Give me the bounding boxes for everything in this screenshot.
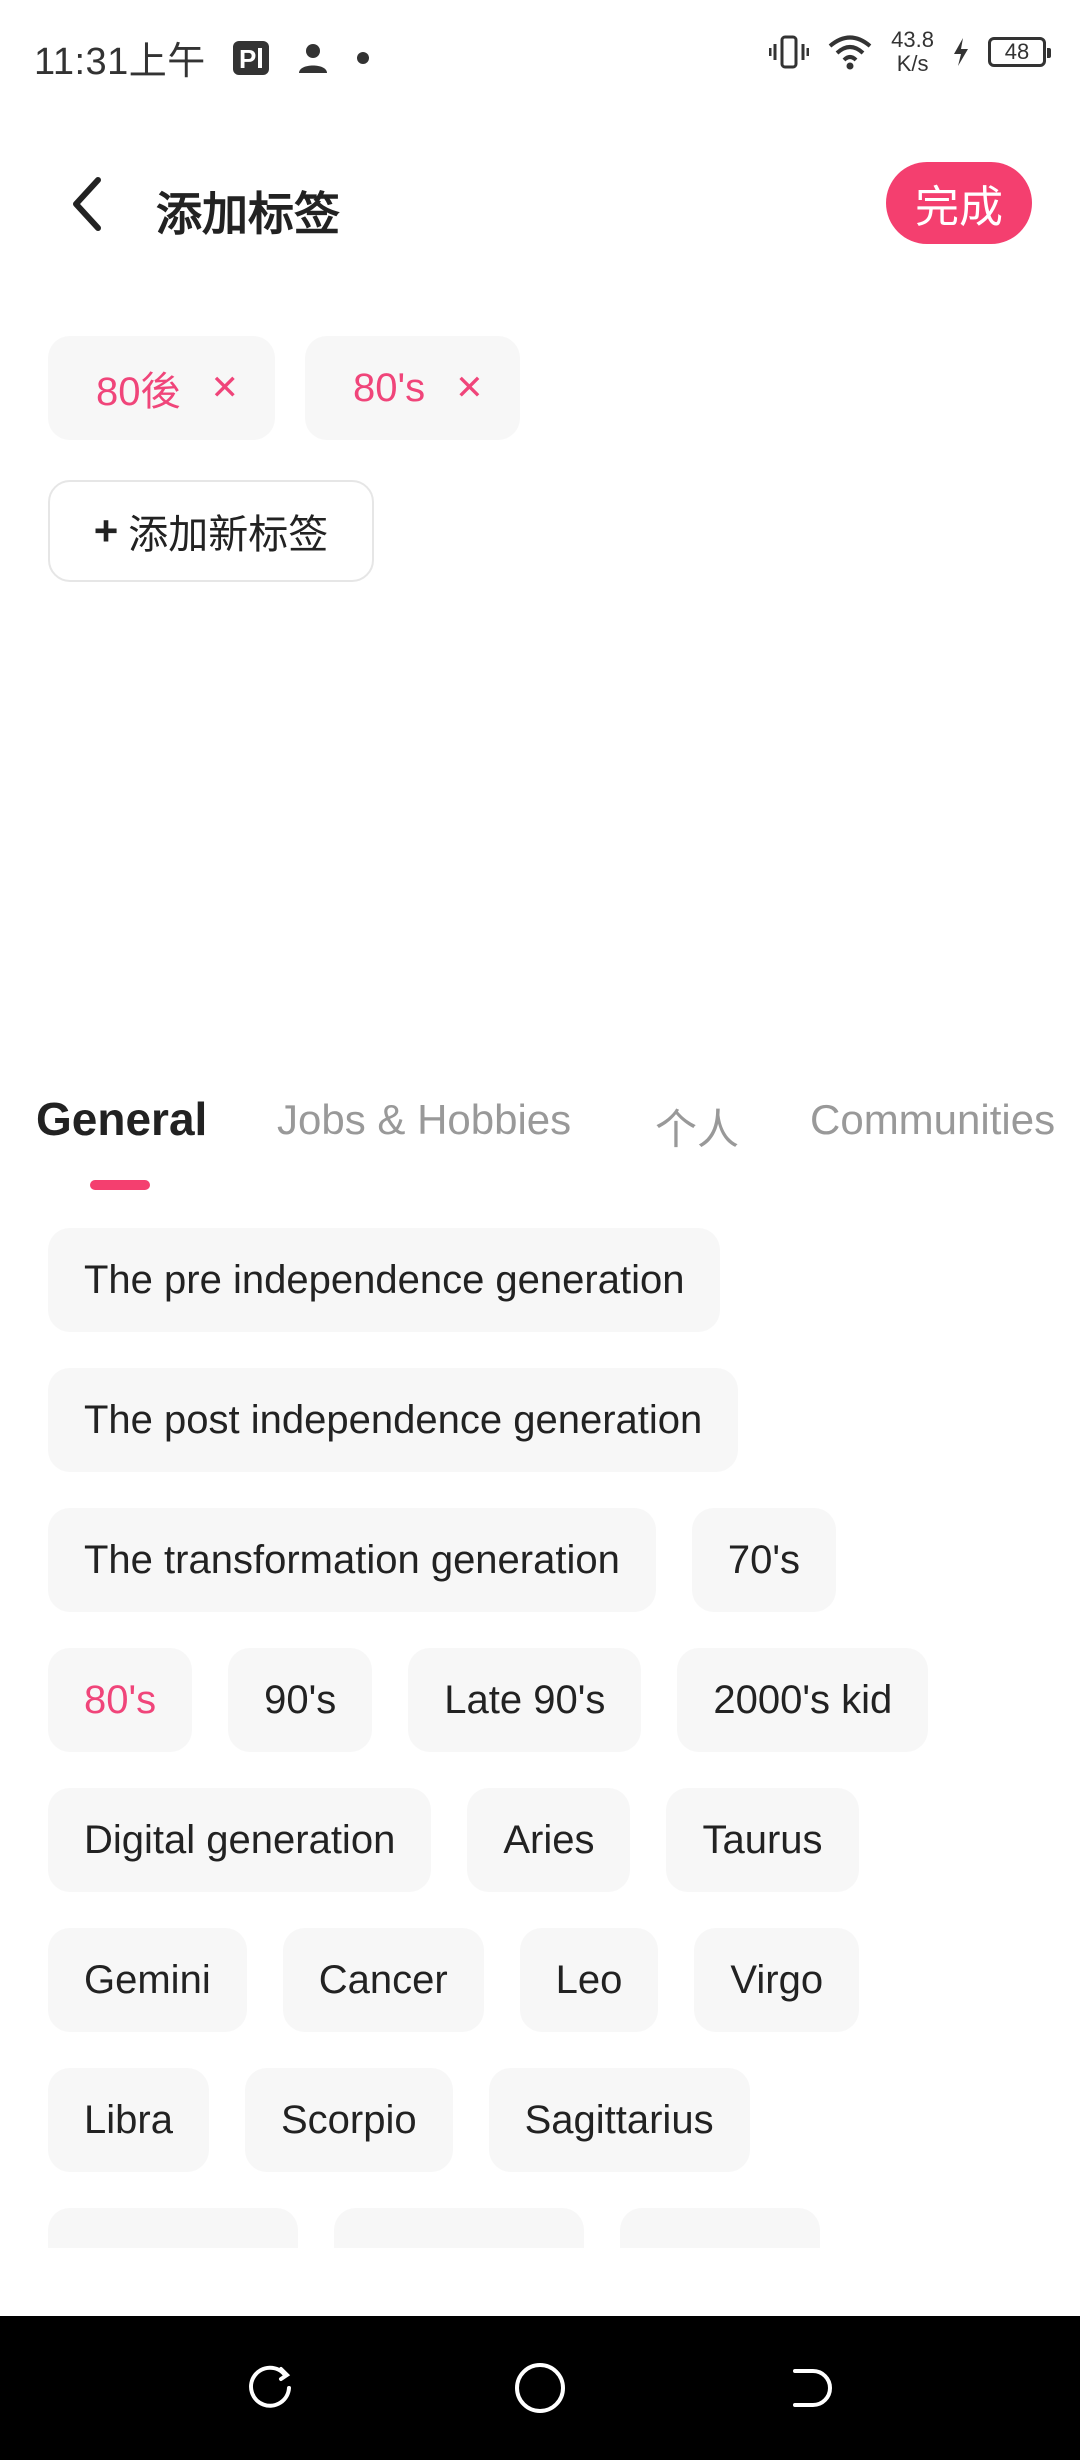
done-button[interactable]: 完成 — [886, 162, 1032, 244]
tag-grid: The pre independence generation The post… — [48, 1228, 1048, 2248]
tag-chip-partial[interactable] — [334, 2208, 584, 2248]
back-arrow-icon — [73, 177, 101, 231]
back-button[interactable] — [56, 168, 116, 240]
status-bar: 11:31上午 P 43.8 K/s 48 — [0, 0, 1080, 110]
tag-chip[interactable]: Gemini — [48, 1928, 247, 2032]
tag-row: Libra Scorpio Sagittarius — [48, 2068, 1048, 2172]
active-tab-indicator — [90, 1180, 150, 1190]
tag-chip-partial[interactable] — [48, 2208, 298, 2248]
tag-chip[interactable]: Cancer — [282, 1928, 484, 2032]
tag-row: The transformation generation 70's — [48, 1508, 1048, 1612]
system-nav-bar — [0, 2316, 1080, 2460]
plus-icon: + — [93, 507, 119, 554]
page-title: 添加标签 — [156, 188, 340, 240]
tag-chip[interactable]: Leo — [519, 1928, 659, 2032]
status-right: 43.8 K/s 48 — [769, 28, 1051, 76]
status-time: 11:31上午 — [34, 41, 206, 83]
selected-tag-label: 80後 — [96, 370, 181, 414]
tag-row: The post independence generation — [48, 1368, 1048, 1472]
tag-chip[interactable]: 2000's kid — [677, 1648, 929, 1752]
selected-tag-label: 80's — [353, 365, 426, 410]
remove-tag-icon[interactable]: ✕ — [211, 368, 240, 408]
tag-row: The pre independence generation — [48, 1228, 1048, 1332]
tag-chip[interactable]: Libra — [48, 2068, 209, 2172]
tag-row: Gemini Cancer Leo Virgo — [48, 1928, 1048, 2032]
tag-chip-partial[interactable] — [620, 2208, 820, 2248]
tag-row: Digital generation Aries Taurus — [48, 1788, 1048, 1892]
dot-icon — [356, 51, 370, 65]
network-speed-unit: K/s — [896, 51, 929, 76]
tab-general[interactable]: General — [36, 1092, 207, 1146]
selected-tags-row: 80後 ✕ 80's ✕ — [48, 336, 1048, 440]
tag-chip[interactable]: Sagittarius — [488, 2068, 750, 2172]
vibrate-icon — [769, 32, 810, 72]
tag-chip[interactable]: Late 90's — [408, 1648, 642, 1752]
charging-icon — [952, 37, 970, 67]
parking-app-icon: P — [232, 40, 270, 76]
tag-chip[interactable]: The post independence generation — [48, 1368, 739, 1472]
back-nav-button[interactable] — [780, 2358, 840, 2418]
tab-jobs-hobbies[interactable]: Jobs & Hobbies — [277, 1096, 571, 1144]
wifi-icon — [827, 33, 873, 71]
tag-chip[interactable]: Scorpio — [244, 2068, 453, 2172]
header: 添加标签 完成 — [0, 150, 1080, 260]
network-speed-value: 43.8 — [891, 27, 934, 52]
person-icon — [296, 41, 330, 75]
selected-tag-chip[interactable]: 80's ✕ — [305, 336, 520, 440]
tag-chip[interactable]: 90's — [228, 1648, 373, 1752]
status-left: 11:31上午 P — [34, 30, 370, 85]
battery-level: 48 — [1004, 39, 1030, 64]
category-tabs: General Jobs & Hobbies 个人 Communities — [0, 1080, 1080, 1200]
tab-personal[interactable]: 个人 — [655, 1096, 739, 1157]
home-icon — [515, 2363, 565, 2413]
add-new-tag-label: 添加新标签 — [128, 513, 329, 557]
selected-tag-chip[interactable]: 80後 ✕ — [48, 336, 275, 440]
add-new-tag-button[interactable]: + 添加新标签 — [48, 480, 374, 582]
tag-chip[interactable]: The pre independence generation — [48, 1228, 721, 1332]
tag-row: 80's 90's Late 90's 2000's kid — [48, 1648, 1048, 1752]
network-speed: 43.8 K/s — [891, 28, 934, 76]
battery-icon: 48 — [988, 37, 1051, 67]
back-nav-icon — [793, 2369, 832, 2407]
recent-apps-icon — [249, 2365, 291, 2408]
selected-tags-area: 80後 ✕ 80's ✕ + 添加新标签 — [48, 336, 1048, 582]
tag-row-partial — [48, 2208, 1048, 2248]
tag-chip[interactable]: Digital generation — [48, 1788, 432, 1892]
remove-tag-icon[interactable]: ✕ — [455, 368, 484, 408]
tag-chip[interactable]: Taurus — [666, 1788, 859, 1892]
tag-chip-selected[interactable]: 80's — [48, 1648, 193, 1752]
tag-chip[interactable]: Virgo — [694, 1928, 860, 2032]
tag-chip[interactable]: The transformation generation — [48, 1508, 656, 1612]
recent-apps-button[interactable] — [240, 2358, 300, 2418]
tag-chip[interactable]: 70's — [691, 1508, 836, 1612]
tag-chip[interactable]: Aries — [467, 1788, 631, 1892]
svg-text:P: P — [239, 44, 256, 74]
tab-communities[interactable]: Communities — [810, 1096, 1055, 1144]
home-button[interactable] — [510, 2358, 570, 2418]
